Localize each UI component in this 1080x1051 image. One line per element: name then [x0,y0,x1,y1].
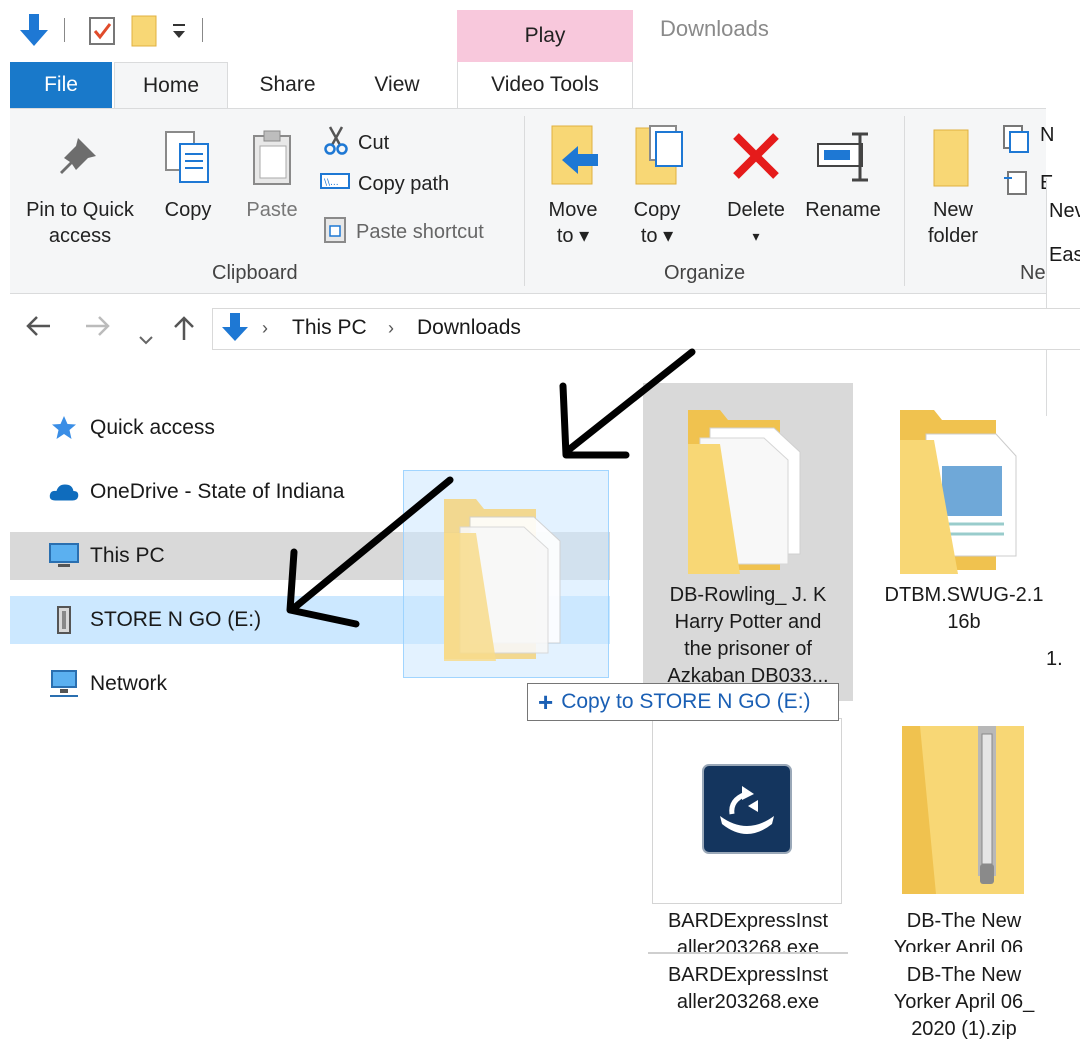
annotation-arrow-lower [286,476,454,628]
annotation-arrows [286,348,696,628]
annotation-arrow-upper [559,348,696,459]
